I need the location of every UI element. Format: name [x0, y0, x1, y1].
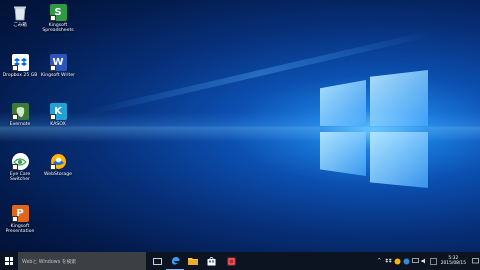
desktop-icon-kasox[interactable]: K KASOX [38, 101, 78, 147]
desktop-icon-kingsoft-presentation[interactable]: P Kingsoft Presentation [0, 203, 40, 249]
network-icon[interactable] [411, 258, 419, 265]
volume-icon[interactable] [421, 258, 428, 265]
dropbox-icon [11, 54, 29, 71]
search-placeholder: Webと Windows を検索 [22, 259, 77, 265]
task-view-icon [152, 257, 162, 265]
presentation-icon: P [11, 205, 29, 222]
desktop-icon-eye-care-switcher[interactable]: Eye Care Switcher [0, 151, 40, 197]
notification-icon [471, 258, 479, 264]
search-box[interactable]: Webと Windows を検索 [18, 252, 146, 270]
desktop-icon-webstorage[interactable]: WebStorage [38, 151, 78, 197]
desktop: ごみ箱 S Kingsoft Spreadsheets Dropbox 25 G… [0, 0, 480, 252]
taskbar: Webと Windows を検索 ^ 5:32 2015/08/15 [0, 252, 480, 270]
action-center-button[interactable] [470, 252, 480, 270]
edge-taskbar-button[interactable] [166, 252, 184, 270]
store-taskbar-button[interactable] [202, 252, 220, 270]
store-icon [207, 256, 215, 265]
security-tray-icon[interactable] [403, 258, 410, 265]
dropbox-tray-icon[interactable] [384, 258, 392, 265]
webstorage-icon [49, 153, 67, 170]
show-hidden-icons-icon[interactable]: ^ [376, 258, 383, 265]
desktop-icon-kingsoft-spreadsheets[interactable]: S Kingsoft Spreadsheets [38, 2, 78, 48]
start-button[interactable] [0, 252, 18, 270]
desktop-icon-evernote[interactable]: Evernote [0, 101, 40, 147]
app-taskbar-button[interactable] [222, 252, 240, 270]
webstorage-tray-icon[interactable] [394, 258, 401, 265]
input-method-icon[interactable] [429, 257, 437, 265]
clock[interactable]: 5:32 2015/08/15 [441, 256, 466, 266]
desktop-icon-kingsoft-writer[interactable]: W Kingsoft Writer [38, 52, 78, 98]
app-icon [227, 257, 235, 265]
desktop-icon-dropbox[interactable]: Dropbox 25 GB [0, 52, 40, 98]
recycle-bin-icon [12, 4, 29, 21]
eye-icon [11, 153, 29, 170]
evernote-icon [11, 103, 29, 120]
windows-logo-icon [5, 257, 13, 265]
file-explorer-taskbar-button[interactable] [184, 252, 202, 270]
desktop-icon-recycle-bin[interactable]: ごみ箱 [0, 2, 40, 48]
file-explorer-icon [188, 258, 198, 265]
spreadsheet-icon: S [49, 4, 67, 21]
edge-icon [171, 257, 179, 265]
task-view-button[interactable] [148, 252, 166, 270]
wallpaper-windows-logo [312, 70, 432, 188]
clock-date: 2015/08/15 [440, 261, 466, 266]
system-tray: ^ 5:32 2015/08/15 [375, 252, 480, 270]
kasox-icon: K [49, 103, 67, 120]
writer-icon: W [49, 54, 67, 71]
